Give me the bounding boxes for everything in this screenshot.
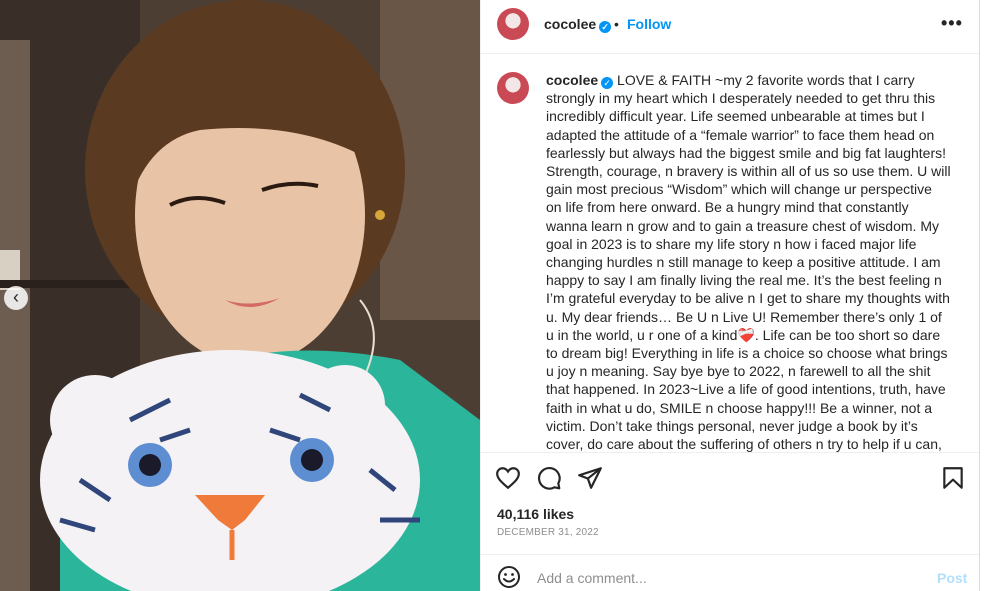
bookmark-icon[interactable]	[940, 465, 966, 491]
post-comment-button[interactable]: Post	[937, 570, 967, 586]
likes-count[interactable]: 40,116 likes	[497, 506, 574, 522]
verified-badge-icon: ✓	[601, 77, 614, 89]
post-header: cocolee ✓ • Follow •••	[481, 0, 980, 54]
comments-section[interactable]: cocolee ✓ LOVE & FAITH ~my 2 favorite wor…	[481, 55, 980, 452]
add-comment-row: Post	[481, 554, 980, 591]
heart-icon[interactable]	[495, 465, 521, 491]
share-icon[interactable]	[577, 465, 603, 491]
caption-text: LOVE & FAITH ~my 2 favorite words that I…	[546, 72, 951, 452]
carousel-dots	[190, 582, 300, 588]
emoji-icon[interactable]	[497, 565, 521, 589]
caption-username[interactable]: cocolee	[546, 72, 598, 88]
comment-input[interactable]	[537, 568, 907, 588]
header-username[interactable]: cocolee	[544, 16, 596, 32]
caption-avatar[interactable]	[497, 72, 529, 104]
header-separator: •	[614, 16, 619, 32]
carousel-prev-button[interactable]: ‹	[4, 286, 28, 310]
scrollbar[interactable]	[979, 0, 985, 591]
header-username-link[interactable]: cocolee ✓	[544, 16, 612, 33]
photo-illustration	[0, 0, 480, 591]
post-photo[interactable]: ‹	[0, 0, 480, 591]
post-details-panel: cocolee ✓ • Follow ••• cocolee ✓ LOVE & FA…	[480, 0, 980, 591]
verified-badge-icon: ✓	[599, 21, 612, 33]
post-date[interactable]: DECEMBER 31, 2022	[497, 527, 599, 538]
caption: cocolee ✓ LOVE & FAITH ~my 2 favorite wor…	[546, 71, 951, 452]
follow-button[interactable]: Follow	[627, 16, 671, 32]
avatar[interactable]	[497, 8, 529, 40]
action-bar	[481, 452, 980, 500]
more-options-button[interactable]: •••	[941, 13, 963, 34]
comment-icon[interactable]	[536, 465, 562, 491]
